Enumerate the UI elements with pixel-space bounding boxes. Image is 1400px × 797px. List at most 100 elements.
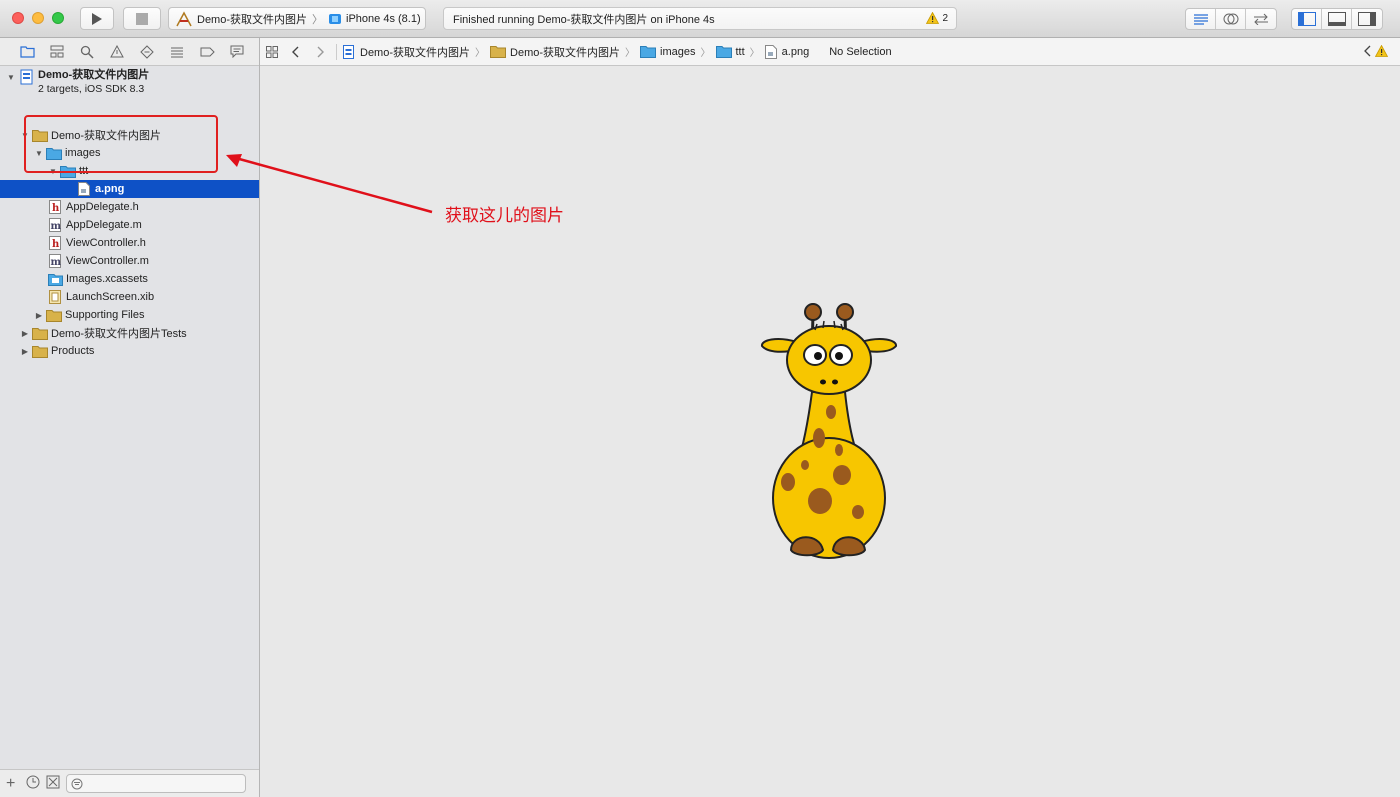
scheme-name: Demo-获取文件内图片 (197, 13, 308, 26)
annotation-arrow (226, 154, 433, 214)
svg-text:m: m (51, 221, 62, 232)
scheme-selector[interactable]: Demo-获取文件内图片 〉 iPhone 4s (8.1) (168, 7, 426, 30)
recent-files-button[interactable] (26, 775, 40, 792)
diamond-icon (140, 44, 154, 59)
tree-row-label: AppDelegate.h (66, 201, 139, 213)
folder-blue-icon (640, 46, 657, 58)
activity-status-text: Finished running Demo-获取文件内图片 on iPhone … (453, 13, 715, 26)
interface-file-icon (47, 290, 63, 304)
project-root[interactable]: ▼ Demo-获取文件内图片 2 targets, iOS SDK 8.3 (0, 66, 259, 98)
chevron-left-icon (1364, 45, 1371, 57)
tree-row-products[interactable]: ▶ Products (0, 342, 259, 360)
filter-icon (71, 778, 83, 789)
breadcrumb-label: Demo-获取文件内图片 (360, 46, 471, 59)
run-button[interactable] (80, 7, 114, 30)
play-icon (92, 12, 102, 25)
minimize-window-button[interactable] (32, 12, 44, 24)
find-navigator-tab[interactable] (72, 42, 102, 62)
breadcrumb-label: images (660, 45, 696, 58)
annotation-highlight-box (24, 115, 218, 173)
warning-icon (1374, 44, 1389, 57)
breakpoint-icon (200, 47, 215, 56)
go-forward-button[interactable] (308, 38, 332, 66)
breadcrumb-project[interactable]: Demo-获取文件内图片〉 (343, 44, 490, 60)
go-back-button[interactable] (284, 38, 308, 66)
issue-navigator-tab[interactable] (102, 42, 132, 62)
warning-count: 2 (942, 12, 948, 24)
add-file-button[interactable]: + (6, 775, 20, 793)
tree-row-label: Images.xcassets (66, 273, 148, 285)
lines-icon (1193, 14, 1208, 25)
tree-row-viewcontroller-m[interactable]: m ViewController.m (0, 252, 259, 270)
stop-icon (136, 12, 148, 25)
disclosure-collapsed-icon: ▶ (21, 346, 29, 356)
project-name: Demo-获取文件内图片 (38, 69, 150, 81)
tree-row-label: Demo-获取文件内图片Tests (51, 328, 187, 340)
tree-row-images-xcassets[interactable]: Images.xcassets (0, 270, 259, 288)
clock-icon (26, 775, 40, 789)
hierarchy-icon (50, 45, 64, 58)
right-panel-icon (1358, 12, 1376, 26)
breadcrumb-label: a.png (781, 45, 810, 58)
toggle-navigator-button[interactable] (1292, 9, 1322, 29)
tree-row-supporting-files[interactable]: ▶ Supporting Files (0, 306, 259, 324)
report-navigator-tab[interactable] (222, 42, 252, 62)
giraffe-image (761, 303, 897, 559)
related-items-button[interactable] (260, 38, 284, 66)
tree-row-label: a.png (95, 183, 125, 195)
svg-text:h: h (52, 203, 60, 214)
stop-button[interactable] (123, 7, 161, 30)
warning-outline-icon (110, 45, 124, 58)
breadcrumb-file[interactable]: a.png〉 (764, 44, 830, 59)
disclosure-expanded-icon: ▼ (7, 72, 15, 82)
previous-issue-button[interactable] (1364, 45, 1372, 60)
project-subtitle: 2 targets, iOS SDK 8.3 (38, 83, 145, 95)
tree-row-viewcontroller-h[interactable]: h ViewController.h (0, 234, 259, 252)
folder-blue-icon (715, 46, 732, 58)
project-navigator-tab[interactable] (12, 42, 42, 62)
breadcrumb-group[interactable]: Demo-获取文件内图片〉 (490, 44, 640, 60)
test-navigator-tab[interactable] (132, 42, 162, 62)
navigator-tab-bar (0, 38, 259, 66)
issue-warning-button[interactable] (1374, 44, 1389, 60)
implementation-file-icon: m (47, 254, 63, 268)
warning-icon (926, 12, 940, 24)
tree-row-label: LaunchScreen.xib (66, 291, 155, 303)
warning-indicator[interactable]: 2 (926, 12, 948, 24)
xcode-app-icon (176, 10, 192, 26)
debug-navigator-tab[interactable] (162, 42, 192, 62)
tree-row-label: Supporting Files (65, 309, 145, 321)
navigator-footer: + (0, 769, 259, 797)
breadcrumb-images[interactable]: images 〉 (640, 44, 715, 59)
implementation-file-icon: m (47, 218, 63, 232)
arrows-icon (1254, 13, 1268, 25)
navigator-filter-input[interactable] (66, 774, 246, 793)
symbol-navigator-tab[interactable] (42, 42, 72, 62)
folder-icon (19, 46, 35, 58)
close-window-button[interactable] (12, 12, 24, 24)
breadcrumb-label: No Selection (829, 45, 892, 58)
folder-yellow-icon (32, 326, 48, 340)
standard-editor-button[interactable] (1186, 9, 1216, 29)
grid-icon (266, 45, 278, 58)
toggle-debug-area-button[interactable] (1322, 9, 1352, 29)
breadcrumb-selection[interactable]: No Selection (829, 46, 891, 58)
window-toolbar: Demo-获取文件内图片 〉 iPhone 4s (8.1) Finished … (0, 0, 1400, 38)
tree-row-launchscreen-xib[interactable]: LaunchScreen.xib (0, 288, 259, 306)
bottom-panel-icon (1327, 12, 1346, 26)
source-control-filter-button[interactable] (46, 775, 60, 792)
zoom-window-button[interactable] (52, 12, 64, 24)
breakpoint-navigator-tab[interactable] (192, 42, 222, 62)
folder-yellow-icon (46, 308, 62, 322)
gauge-lines-icon (171, 47, 183, 57)
disclosure-collapsed-icon: ▶ (35, 310, 43, 320)
version-editor-button[interactable] (1246, 9, 1276, 29)
tree-row-label: ViewController.m (66, 255, 149, 267)
assistant-circles-icon (1223, 13, 1238, 25)
breadcrumb-ttt[interactable]: ttt 〉 (715, 44, 765, 59)
toggle-utilities-button[interactable] (1352, 9, 1382, 29)
asset-catalog-icon (47, 272, 63, 286)
tree-row-group-tests[interactable]: ▶ Demo-获取文件内图片Tests (0, 324, 259, 342)
scm-box-icon (46, 775, 60, 789)
assistant-editor-button[interactable] (1216, 9, 1246, 29)
